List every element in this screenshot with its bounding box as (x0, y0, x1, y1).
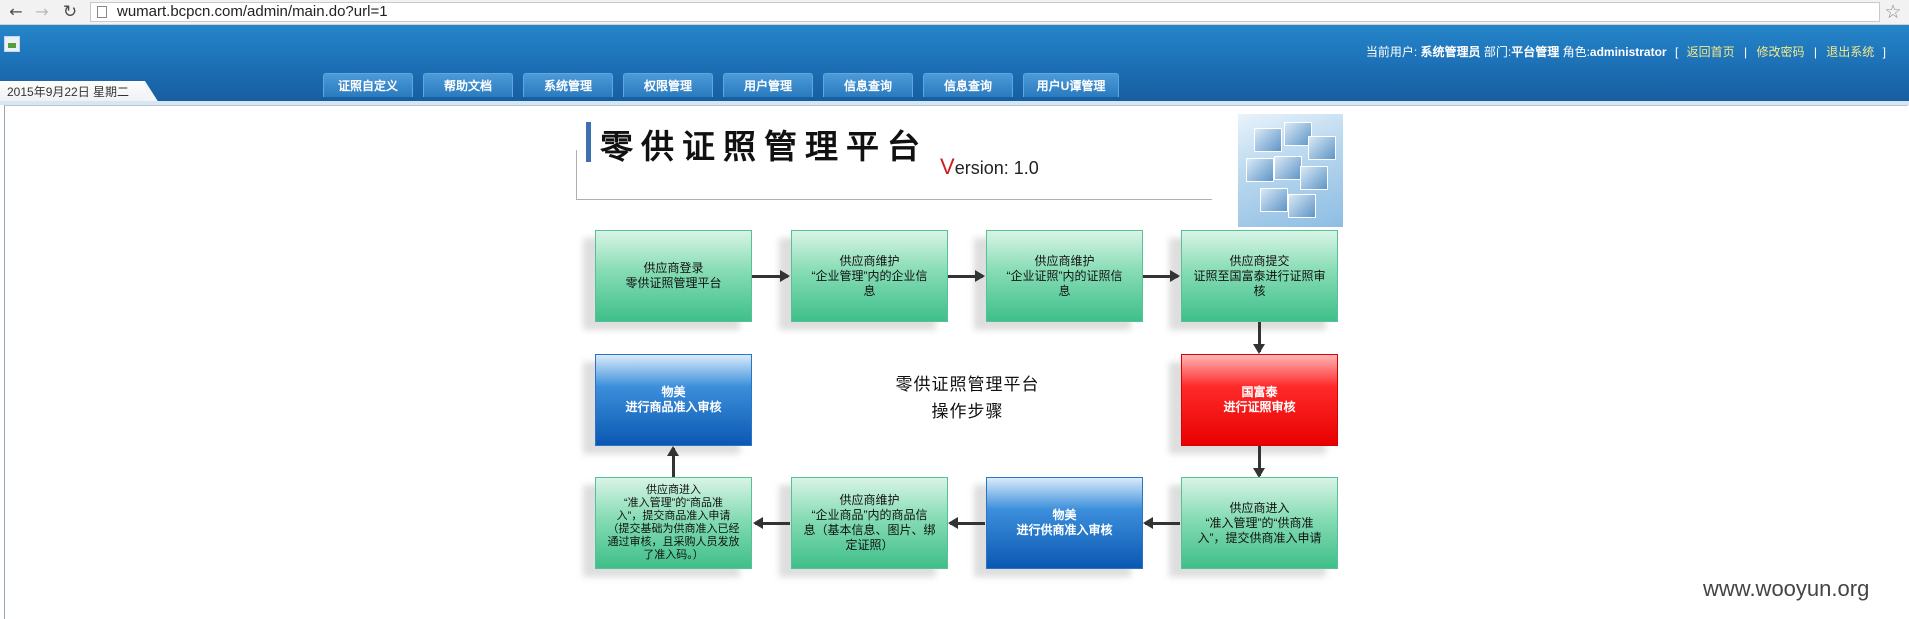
cube-shape (1254, 128, 1282, 152)
step-4-submit-license: 供应商提交 证照至国富泰进行证照审 核 (1181, 230, 1338, 322)
version-text: ersion: 1.0 (954, 158, 1039, 178)
menu-item-help-docs[interactable]: 帮助文档 (423, 73, 513, 97)
page-icon (97, 6, 107, 18)
flow-arrow-right (948, 270, 985, 282)
cube-shape (1260, 188, 1288, 212)
bracket-open: [ (1674, 45, 1679, 59)
flow-arrow-down (1253, 446, 1265, 478)
step-1-text: 供应商登录 零供证照管理平台 (625, 261, 722, 290)
step-7-supplier-audit: 物美 进行供商准入审核 (986, 477, 1143, 569)
title-frame-line (576, 150, 577, 200)
menu-item-license-custom[interactable]: 证照自定义 (323, 73, 413, 97)
step-2-text: 供应商维护 “企业管理”内的企业信 息 (811, 253, 928, 298)
step-3-maintain-license: 供应商维护 “企业证照”内的证照信 息 (986, 230, 1143, 322)
flow-caption-subtitle: 操作步骤 (931, 402, 1004, 422)
bookmark-star-icon[interactable]: ☆ (1882, 1, 1904, 23)
step-10-text: 物美 进行商品准入审核 (625, 385, 722, 414)
forward-arrow-icon[interactable]: → (32, 2, 52, 22)
title-underline (576, 199, 1212, 200)
role-label: 角色: (1562, 45, 1590, 59)
step-2-maintain-enterprise: 供应商维护 “企业管理”内的企业信 息 (791, 230, 948, 322)
browser-toolbar: ← → ↻ wumart.bcpcn.com/admin/main.do?url… (0, 0, 1909, 25)
menu-item-user-mgmt[interactable]: 用户管理 (723, 73, 813, 97)
url-text[interactable]: wumart.bcpcn.com/admin/main.do?url=1 (117, 3, 388, 21)
step-3-text: 供应商维护 “企业证照”内的证照信 息 (1006, 253, 1123, 298)
flow-arrow-right (1143, 270, 1180, 282)
address-bar[interactable]: wumart.bcpcn.com/admin/main.do?url=1 (90, 2, 1880, 22)
user-info: 当前用户: 系统管理员 部门:平台管理 角色:administrator [ 返… (1366, 44, 1891, 60)
app-header: 当前用户: 系统管理员 部门:平台管理 角色:administrator [ 返… (0, 25, 1909, 103)
cube-shape (1246, 158, 1274, 182)
menu-item-info-query-1[interactable]: 信息查询 (823, 73, 913, 97)
menu-item-permission-mgmt[interactable]: 权限管理 (623, 73, 713, 97)
cube-shape (1274, 156, 1302, 180)
cube-shape (1308, 136, 1336, 160)
logout-link[interactable]: 退出系统 (1826, 45, 1874, 59)
flow-arrow-left (753, 517, 790, 529)
cube-shape (1288, 194, 1316, 218)
flow-caption: 零供证照管理平台 操作步骤 (860, 372, 1075, 426)
dept-name: 平台管理 (1511, 45, 1560, 59)
step-5-license-audit: 国富泰 进行证照审核 (1181, 354, 1338, 446)
flow-arrow-down (1253, 322, 1265, 354)
flow-arrow-left (948, 517, 985, 529)
menu-item-info-query-2[interactable]: 信息查询 (923, 73, 1013, 97)
back-arrow-icon[interactable]: ← (6, 2, 26, 22)
content-frame (4, 105, 1908, 619)
separator: | (1744, 45, 1748, 59)
menu-item-system-mgmt[interactable]: 系统管理 (523, 73, 613, 97)
menu-item-ukey-mgmt[interactable]: 用户U谭管理 (1023, 73, 1119, 97)
flow-arrow-up (667, 446, 679, 478)
current-user-name: 系统管理员 (1420, 45, 1481, 59)
step-8-maintain-products: 供应商维护 “企业商品”内的商品信 息（基本信息、图片、绑 定证照） (791, 477, 948, 569)
step-1-supplier-login: 供应商登录 零供证照管理平台 (595, 230, 752, 322)
page-title: 零供证照管理平台 (600, 127, 928, 166)
bracket-close: ] (1882, 45, 1886, 59)
broken-image-icon (4, 36, 20, 52)
step-7-text: 物美 进行供商准入审核 (1016, 508, 1113, 537)
cube-logo-graphic (1238, 114, 1343, 227)
step-8-text: 供应商维护 “企业商品”内的商品信 息（基本信息、图片、绑 定证照） (803, 493, 936, 552)
dept-label: 部门: (1483, 45, 1512, 59)
flow-arrow-right (752, 270, 790, 282)
step-9-product-admission: 供应商进入 “准入管理”的“商品准 入”，提交商品准入申请 （提交基础为供商准入… (595, 477, 752, 569)
step-6-text: 供应商进入 “准入管理”的“供商准 入”，提交供商准入申请 (1197, 500, 1322, 545)
cube-shape (1300, 166, 1328, 190)
version-label: Version: 1.0 (940, 154, 1039, 180)
flow-caption-title: 零供证照管理平台 (895, 375, 1040, 395)
step-9-text: 供应商进入 “准入管理”的“商品准 入”，提交商品准入申请 （提交基础为供商准入… (607, 484, 740, 561)
watermark: www.wooyun.org (1703, 576, 1870, 601)
step-10-product-audit: 物美 进行商品准入审核 (595, 354, 752, 446)
date-display: 2015年9月22日 星期二 (0, 81, 159, 103)
home-link[interactable]: 返回首页 (1687, 45, 1735, 59)
step-4-text: 供应商提交 证照至国富泰进行证照审 核 (1193, 253, 1326, 298)
current-user-label: 当前用户: (1365, 45, 1418, 59)
separator: | (1813, 45, 1817, 59)
reload-icon[interactable]: ↻ (60, 2, 80, 22)
flow-arrow-left (1143, 517, 1180, 529)
version-v: V (940, 154, 955, 179)
change-password-link[interactable]: 修改密码 (1756, 45, 1804, 59)
title-accent-bar (586, 122, 591, 162)
role-name: administrator (1589, 45, 1667, 59)
step-5-text: 国富泰 进行证照审核 (1223, 385, 1296, 414)
step-6-supplier-admission: 供应商进入 “准入管理”的“供商准 入”，提交供商准入申请 (1181, 477, 1338, 569)
